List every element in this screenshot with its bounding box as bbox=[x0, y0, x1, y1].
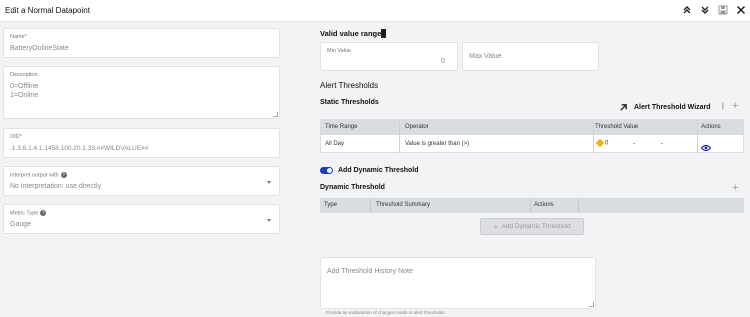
column-header: Actions bbox=[701, 124, 721, 130]
column-header: Operator bbox=[405, 124, 429, 130]
help-icon[interactable]: ? bbox=[60, 172, 67, 178]
operator-cell: Value is greater than (>) bbox=[405, 141, 470, 147]
column-divider bbox=[593, 120, 594, 153]
interpret-label: Interpret output with? bbox=[10, 172, 67, 179]
description-line-1: 0=Offline bbox=[10, 83, 39, 90]
column-header: Type bbox=[324, 202, 338, 208]
dynamic-threshold-title: Dynamic Threshold bbox=[320, 184, 385, 191]
metric-type-value: Gauge bbox=[10, 221, 32, 228]
column-header: Actions bbox=[534, 202, 554, 208]
time-range-cell: All Day bbox=[325, 141, 345, 147]
column-divider bbox=[370, 198, 371, 213]
resize-handle[interactable] bbox=[273, 112, 278, 117]
help-icon[interactable]: ? bbox=[40, 210, 47, 216]
save-icon[interactable] bbox=[717, 4, 729, 16]
oid-field[interactable]: OID* .1.3.6.1.4.1.1458.100.20.1.33.##WIL… bbox=[3, 128, 280, 158]
toolbar-separator: | bbox=[722, 103, 724, 110]
min-value-label: Min Value bbox=[327, 48, 352, 54]
oid-label: OID* bbox=[10, 134, 22, 140]
column-divider bbox=[578, 198, 579, 213]
threshold-error-cell: - bbox=[633, 141, 635, 147]
help-icon[interactable]: ? bbox=[381, 29, 386, 38]
alert-thresholds-title: Alert Thresholds bbox=[320, 81, 379, 90]
valid-range-title: Valid value range? bbox=[320, 29, 386, 38]
title-bar: Edit a Normal Datapoint bbox=[0, 0, 750, 22]
interpret-value: No interpretation: use directly bbox=[10, 183, 102, 190]
column-divider bbox=[530, 198, 531, 213]
add-static-threshold-icon[interactable]: + bbox=[732, 101, 738, 112]
history-note-help: Provide an explanation of changes made t… bbox=[326, 310, 446, 315]
description-line-2: 1=Online bbox=[10, 92, 39, 99]
max-value-placeholder: Max Value bbox=[469, 53, 502, 60]
name-field[interactable]: Name* BatteryOnlineState bbox=[3, 28, 280, 58]
oid-value: .1.3.6.1.4.1.1458.100.20.1.33.##WILDVALU… bbox=[10, 145, 149, 152]
column-divider bbox=[697, 120, 698, 153]
alert-threshold-wizard-link[interactable]: Alert Threshold Wizard bbox=[619, 103, 711, 112]
threshold-history-note[interactable]: Add Threshold History Note bbox=[320, 257, 596, 309]
eye-icon[interactable] bbox=[700, 139, 712, 157]
dynamic-thresholds-table: Type Threshold Summary Actions bbox=[320, 198, 744, 213]
wizard-label: Alert Threshold Wizard bbox=[634, 104, 711, 111]
dynamic-threshold-toggle[interactable] bbox=[320, 167, 333, 174]
metric-type-select[interactable]: Metric Type? Gauge bbox=[3, 204, 280, 234]
threshold-value-cell: 0 bbox=[595, 138, 608, 148]
chevron-down-icon bbox=[267, 219, 271, 222]
table-header: Time Range Operator Threshold Value Acti… bbox=[321, 120, 743, 135]
static-thresholds-title: Static Thresholds bbox=[320, 99, 379, 106]
history-note-placeholder: Add Threshold History Note bbox=[327, 268, 413, 275]
max-value-field[interactable]: Max Value bbox=[462, 42, 599, 71]
description-label: Description bbox=[10, 72, 38, 78]
metric-type-label: Metric Type? bbox=[10, 210, 47, 217]
add-dynamic-threshold-icon[interactable]: + bbox=[732, 183, 738, 194]
description-field[interactable]: Description 0=Offline 1=Online bbox=[3, 66, 280, 119]
static-thresholds-table: Time Range Operator Threshold Value Acti… bbox=[320, 119, 744, 153]
warning-level-icon bbox=[595, 138, 605, 148]
toggle-knob bbox=[327, 168, 332, 173]
arrow-up-right-icon bbox=[620, 104, 627, 111]
close-icon[interactable] bbox=[735, 4, 747, 16]
name-value: BatteryOnlineState bbox=[10, 45, 69, 52]
name-label: Name* bbox=[10, 34, 27, 40]
title-toolbar bbox=[681, 4, 747, 16]
column-header: Threshold Summary bbox=[376, 202, 431, 208]
dynamic-toggle-label: Add Dynamic Threshold bbox=[338, 167, 419, 174]
column-divider bbox=[399, 120, 400, 153]
resize-handle[interactable] bbox=[589, 302, 594, 307]
chevron-down-icon bbox=[267, 181, 271, 184]
column-header: Time Range bbox=[325, 124, 358, 130]
table-header: Type Threshold Summary Actions bbox=[320, 198, 744, 213]
min-value-value: 0 bbox=[441, 58, 445, 65]
double-chevron-up-icon[interactable] bbox=[681, 4, 693, 16]
double-chevron-down-icon[interactable] bbox=[699, 4, 711, 16]
plus-icon: + bbox=[493, 221, 499, 232]
column-header: Threshold Value bbox=[595, 124, 639, 130]
min-value-field[interactable]: Min Value 0 bbox=[320, 42, 458, 71]
add-dynamic-threshold-button[interactable]: + Add Dynamic Threshold bbox=[480, 218, 584, 235]
interpret-select[interactable]: Interpret output with? No interpretation… bbox=[3, 166, 280, 196]
threshold-critical-cell: - bbox=[661, 141, 663, 147]
add-dynamic-threshold-label: Add Dynamic Threshold bbox=[501, 223, 571, 230]
table-row[interactable]: All Day Value is greater than (>) 0 - - bbox=[321, 120, 743, 153]
dialog-title: Edit a Normal Datapoint bbox=[5, 6, 90, 15]
